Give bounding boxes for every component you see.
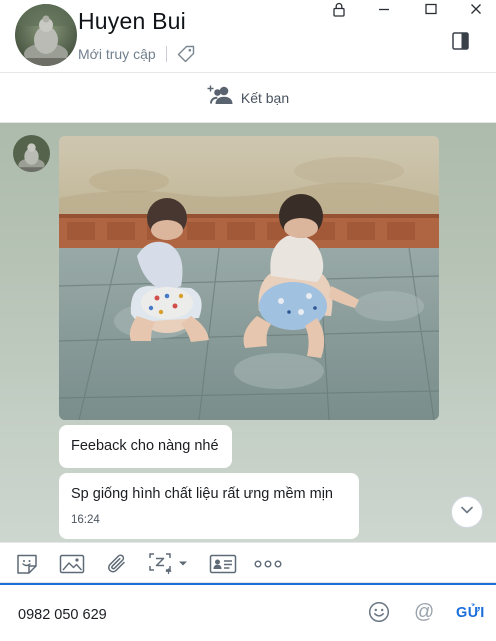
add-friend-bar: Kết bạn (0, 73, 496, 123)
image-icon[interactable] (58, 553, 86, 575)
message-bubble[interactable]: Sp giống hình chất liệu rất ưng mềm mịn … (59, 473, 359, 539)
add-friend-icon (207, 84, 235, 111)
contact-card-icon[interactable] (208, 553, 238, 575)
message-text: Feeback cho nàng nhé (71, 438, 219, 454)
message-time: 16:24 (71, 514, 100, 526)
status-row: Mới truy cập (78, 44, 196, 64)
sticker-icon[interactable] (14, 553, 40, 575)
emoji-icon[interactable] (368, 601, 390, 623)
minimize-icon[interactable] (374, 1, 394, 17)
composer-toolbar (0, 542, 496, 583)
attachment-icon[interactable] (104, 553, 130, 575)
sender-avatar[interactable] (13, 135, 50, 172)
message-text: Sp giống hình chất liệu rất ưng mềm mịn (71, 486, 333, 502)
scroll-to-bottom-button[interactable] (451, 496, 483, 528)
message-photo[interactable] (59, 136, 439, 420)
add-friend-label: Kết bạn (240, 89, 290, 106)
message-bubble[interactable]: Feeback cho nàng nhé (59, 425, 232, 468)
screenshot-icon[interactable] (148, 553, 190, 575)
maximize-icon[interactable] (421, 1, 441, 17)
composer: @ GỬI (0, 583, 496, 641)
lock-icon[interactable] (329, 1, 349, 17)
mention-icon[interactable]: @ (414, 601, 434, 623)
composer-focus-line (0, 583, 496, 585)
contact-status: Mới truy cập (78, 46, 156, 62)
message-input[interactable] (18, 602, 348, 628)
contact-name: Huyen Bui (78, 8, 186, 34)
more-icon[interactable] (254, 553, 282, 575)
send-button[interactable]: GỬI (456, 605, 485, 621)
chevron-down-icon (459, 502, 475, 523)
status-divider (165, 46, 167, 62)
chat-header: Huyen Bui Mới truy cập (0, 0, 496, 73)
tag-icon[interactable] (176, 44, 196, 64)
contact-avatar[interactable] (15, 4, 77, 66)
chat-area[interactable]: Feeback cho nàng nhé Sp giống hình chất … (0, 123, 496, 542)
close-icon[interactable] (466, 1, 486, 17)
add-friend-button[interactable]: Kết bạn (207, 84, 289, 111)
sidebar-toggle-icon[interactable] (450, 30, 472, 52)
